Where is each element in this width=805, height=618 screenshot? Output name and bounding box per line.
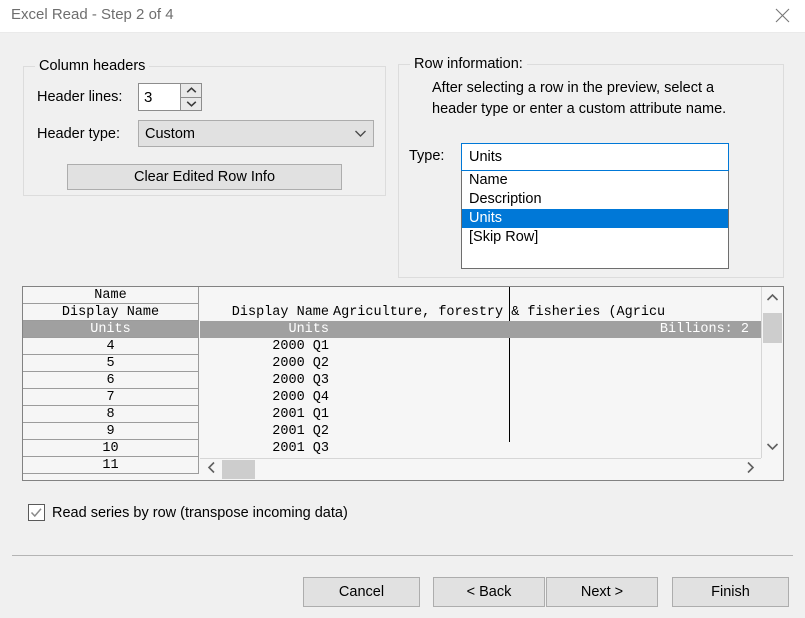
finish-button[interactable]: Finish xyxy=(672,577,789,607)
grid-cell[interactable]: 2001 Q1 xyxy=(200,406,331,423)
grid-cell[interactable]: Agriculture, forestry & fisheries (Agric… xyxy=(331,304,751,321)
row-header-cell[interactable]: 5 xyxy=(23,355,199,372)
close-icon xyxy=(775,8,790,23)
row-header-cell[interactable]: 6 xyxy=(23,372,199,389)
chevron-up-icon xyxy=(186,86,197,94)
table-row[interactable]: Display Name Agriculture, forestry & fish… xyxy=(200,304,783,321)
chevron-down-icon xyxy=(186,100,197,108)
type-options-list[interactable]: Name Description Units [Skip Row] xyxy=(461,171,729,269)
table-row[interactable]: 2001 Q2 xyxy=(200,423,783,440)
scroll-left-button[interactable] xyxy=(200,459,222,480)
table-row[interactable]: Units Billions: 2 xyxy=(200,321,783,338)
grid-data-area[interactable]: Display Name Agriculture, forestry & fish… xyxy=(200,287,783,480)
back-button[interactable]: < Back xyxy=(433,577,545,607)
grid-cell[interactable]: 2000 Q4 xyxy=(200,389,331,406)
type-option-skip-row[interactable]: [Skip Row] xyxy=(462,228,728,247)
close-button[interactable] xyxy=(759,0,805,31)
column-headers-group-title: Column headers xyxy=(35,58,150,74)
header-lines-decrement-button[interactable] xyxy=(181,97,201,110)
grid-cell[interactable]: 2001 Q3 xyxy=(200,440,331,457)
grid-cell[interactable]: Billions: 2 xyxy=(331,321,751,338)
type-option-name[interactable]: Name xyxy=(462,171,728,190)
row-header-cell[interactable]: Name xyxy=(23,287,199,304)
read-series-by-row-label: Read series by row (transpose incoming d… xyxy=(52,504,348,521)
next-button[interactable]: Next > xyxy=(546,577,658,607)
scroll-down-button[interactable] xyxy=(762,436,783,458)
read-series-by-row-checkbox[interactable] xyxy=(28,504,45,521)
chevron-up-icon xyxy=(766,290,779,306)
grid-cell[interactable]: 2001 Q2 xyxy=(200,423,331,440)
preview-grid[interactable]: Name Display Name Units 4 5 6 7 8 9 10 1… xyxy=(22,286,784,481)
scroll-right-button[interactable] xyxy=(739,459,761,480)
row-header-cell[interactable]: 11 xyxy=(23,457,199,474)
row-header-cell[interactable]: 4 xyxy=(23,338,199,355)
row-header-cell[interactable]: 10 xyxy=(23,440,199,457)
grid-cell[interactable]: Units xyxy=(200,321,331,338)
type-label: Type: xyxy=(409,148,445,164)
row-header-cell[interactable]: 8 xyxy=(23,406,199,423)
horizontal-scroll-thumb[interactable] xyxy=(222,460,255,479)
grid-cell[interactable]: Display Name xyxy=(200,304,331,321)
cancel-button[interactable]: Cancel xyxy=(303,577,420,607)
table-row[interactable]: 2001 Q1 xyxy=(200,406,783,423)
type-option-units[interactable]: Units xyxy=(462,209,728,228)
grid-cell[interactable]: 2000 Q2 xyxy=(200,355,331,372)
table-row[interactable] xyxy=(200,287,783,304)
header-type-label: Header type: xyxy=(37,126,121,142)
table-row[interactable]: 2000 Q2 xyxy=(200,355,783,372)
row-information-group-title: Row information: xyxy=(410,56,527,72)
chevron-left-icon xyxy=(207,461,216,478)
header-type-combobox[interactable]: Custom xyxy=(138,120,374,147)
header-lines-spinner[interactable] xyxy=(138,83,202,111)
type-input[interactable] xyxy=(461,143,729,171)
header-lines-increment-button[interactable] xyxy=(181,84,201,98)
vertical-scroll-thumb[interactable] xyxy=(763,313,782,343)
row-header-column: Name Display Name Units 4 5 6 7 8 9 10 1… xyxy=(23,287,199,480)
read-series-by-row-checkbox-row[interactable]: Read series by row (transpose incoming d… xyxy=(28,504,348,521)
footer-separator xyxy=(12,555,793,556)
grid-horizontal-scrollbar[interactable] xyxy=(200,458,761,480)
grid-vertical-scrollbar[interactable] xyxy=(761,287,783,458)
type-option-description[interactable]: Description xyxy=(462,190,728,209)
chevron-right-icon xyxy=(746,461,755,478)
window-title: Excel Read - Step 2 of 4 xyxy=(11,6,174,23)
table-row[interactable]: 2001 Q3 xyxy=(200,440,783,457)
table-row[interactable]: 2000 Q1 xyxy=(200,338,783,355)
grid-cell[interactable]: 2000 Q1 xyxy=(200,338,331,355)
chevron-down-icon xyxy=(766,439,779,455)
chevron-down-icon xyxy=(347,129,373,138)
scroll-up-button[interactable] xyxy=(762,287,783,309)
row-header-cell[interactable]: Units xyxy=(23,321,199,338)
row-header-cell[interactable]: 7 xyxy=(23,389,199,406)
row-information-description: After selecting a row in the preview, se… xyxy=(432,80,727,117)
clear-edited-row-info-button[interactable]: Clear Edited Row Info xyxy=(67,164,342,190)
header-type-value: Custom xyxy=(145,125,195,142)
check-icon xyxy=(30,507,43,518)
title-bar: Excel Read - Step 2 of 4 xyxy=(0,0,805,33)
row-header-cell[interactable]: Display Name xyxy=(23,304,199,321)
header-lines-label: Header lines: xyxy=(37,89,123,105)
header-lines-input[interactable] xyxy=(139,84,180,110)
row-header-cell[interactable]: 9 xyxy=(23,423,199,440)
table-row[interactable]: 2000 Q3 xyxy=(200,372,783,389)
grid-cell[interactable]: 2000 Q3 xyxy=(200,372,331,389)
table-row[interactable]: 2000 Q4 xyxy=(200,389,783,406)
